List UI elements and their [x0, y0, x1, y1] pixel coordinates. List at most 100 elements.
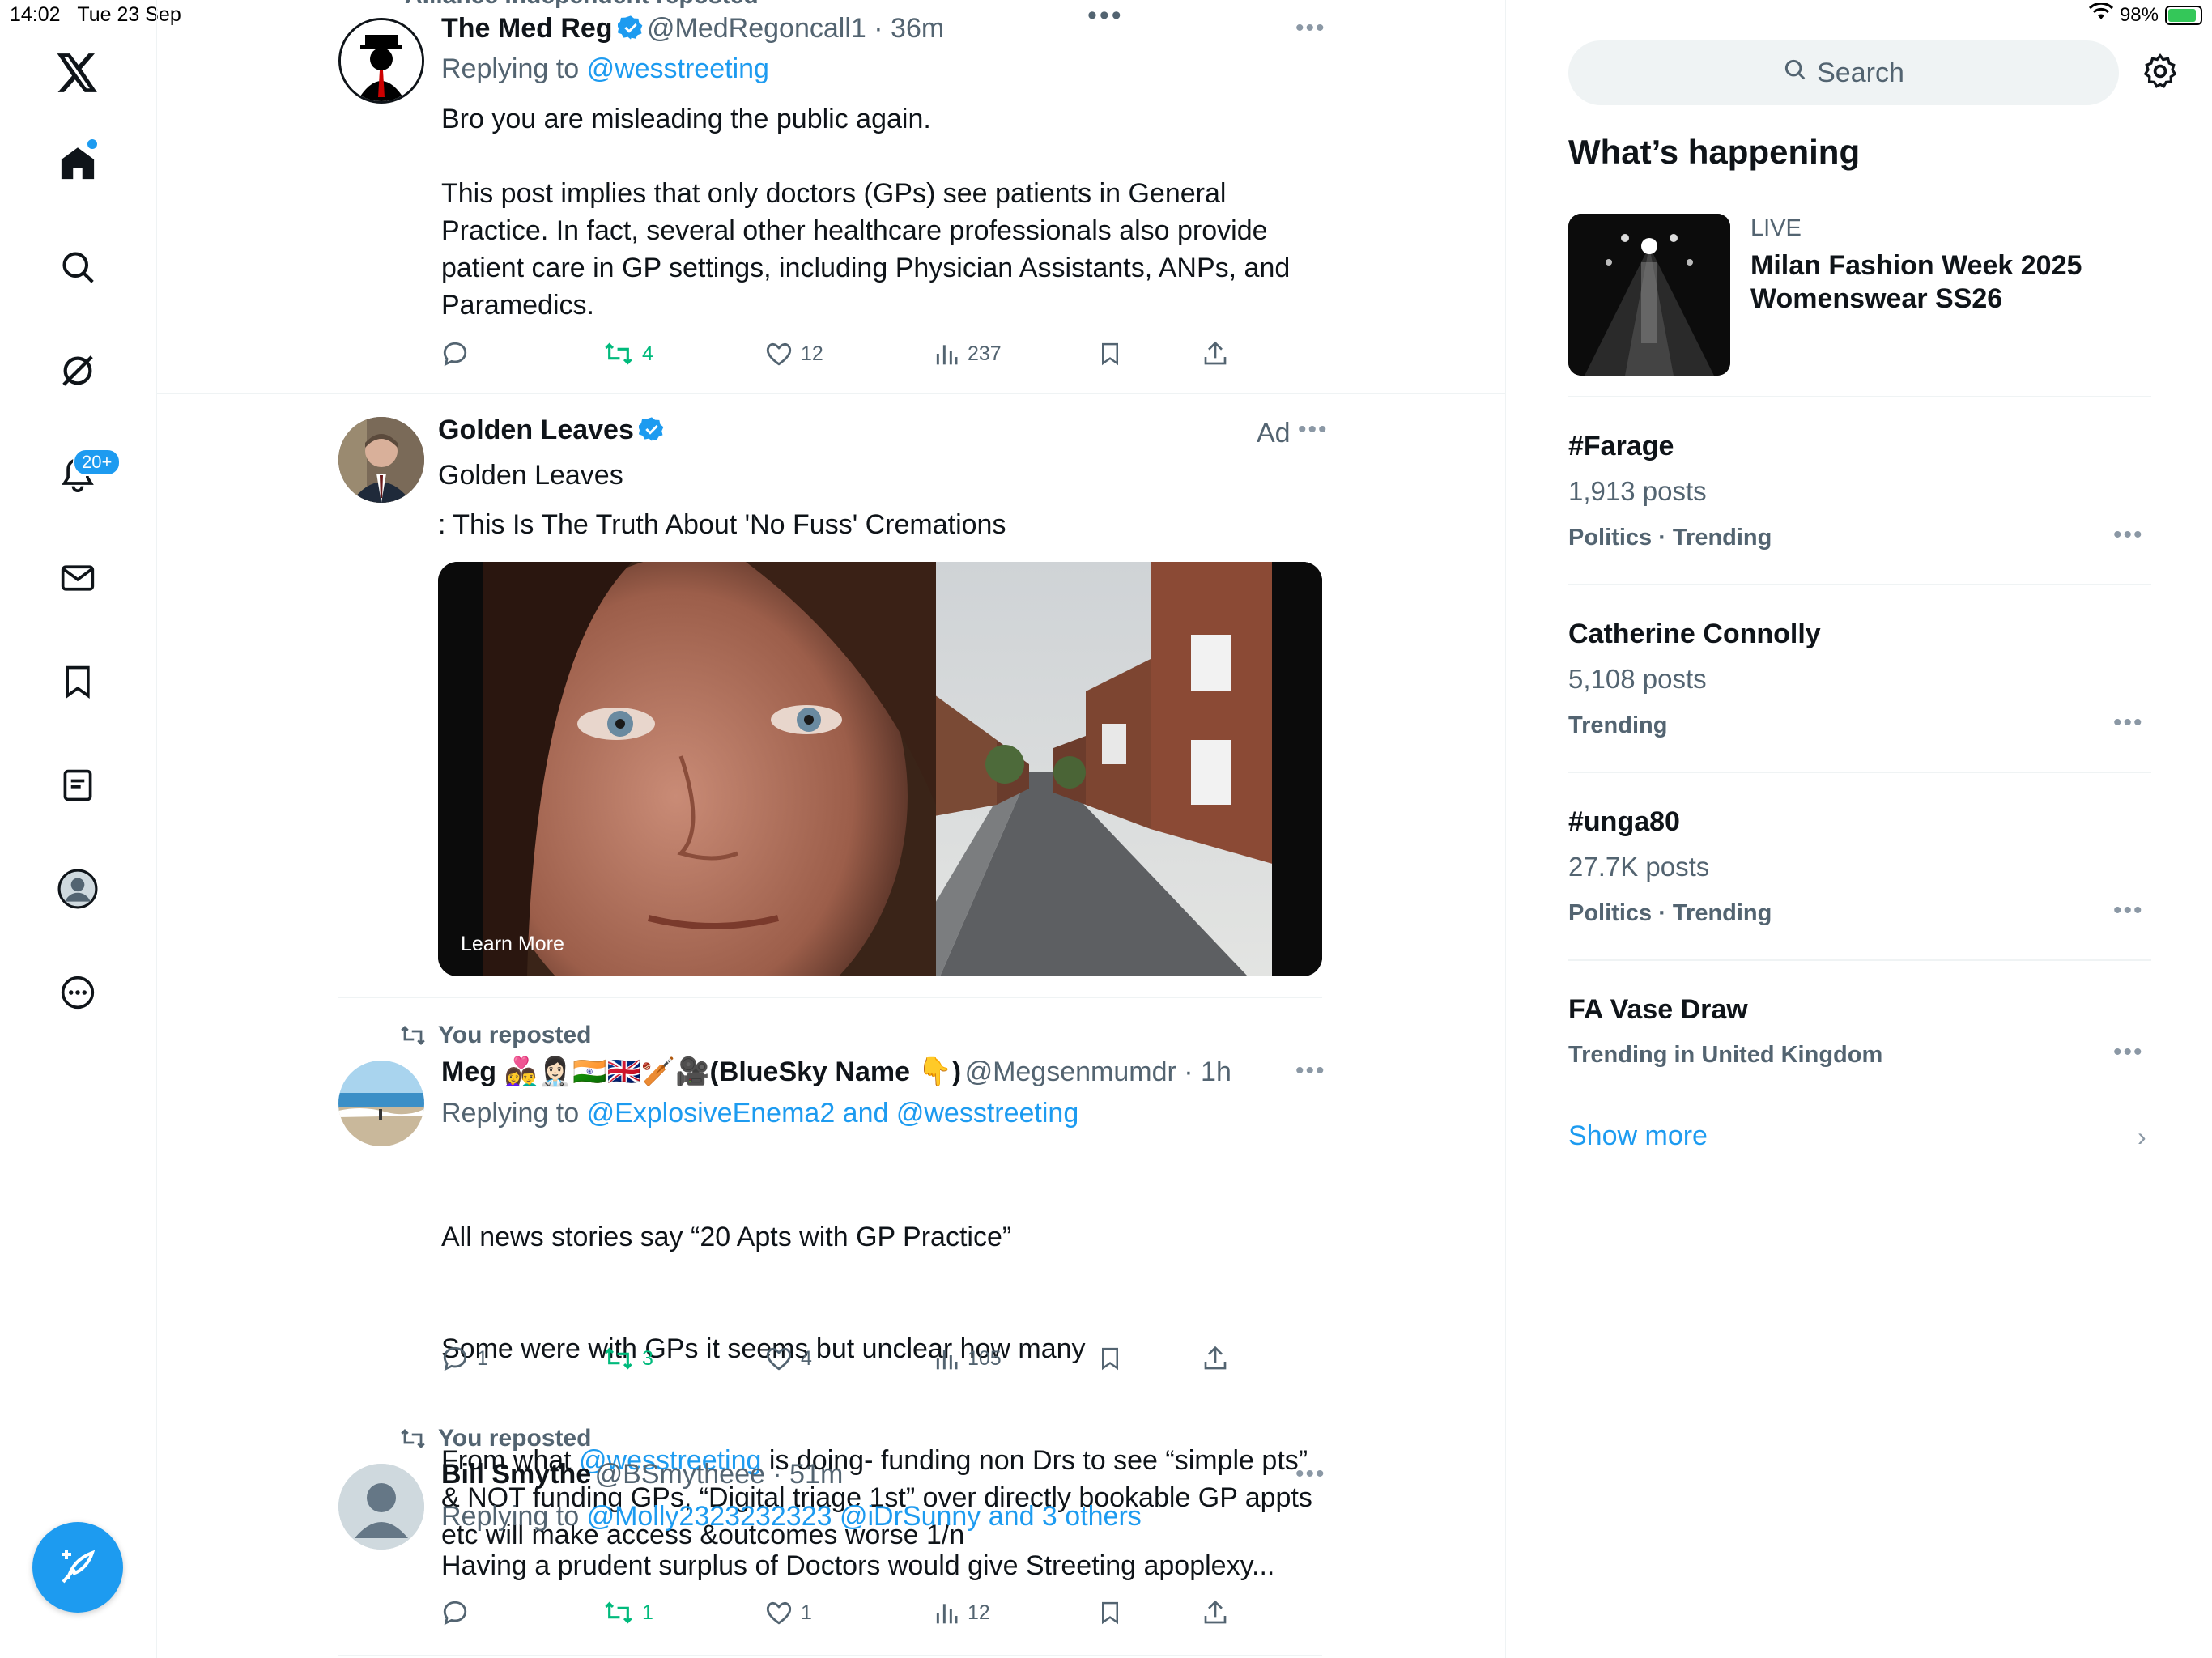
like-button[interactable]: 12	[765, 340, 823, 368]
learn-more-cta[interactable]: Learn More	[461, 933, 564, 956]
author-handle[interactable]: @MedRegoncall1	[647, 13, 866, 44]
views-button[interactable]: 105	[934, 1345, 1002, 1372]
x-logo-icon[interactable]	[52, 47, 104, 99]
tweet-text: Bro you are misleading the public again.…	[441, 104, 1291, 321]
share-button[interactable]	[1202, 1599, 1228, 1626]
repost-icon	[401, 1429, 425, 1448]
tweet-more-button[interactable]: •••	[1295, 15, 1326, 42]
view-count: 105	[968, 1346, 1002, 1370]
trend-more-button[interactable]: •••	[2113, 521, 2144, 549]
trend-name: FA Vase Draw	[1568, 994, 1748, 1025]
like-count: 1	[801, 1601, 812, 1624]
repost-button[interactable]: 3	[603, 1345, 653, 1372]
trend-divider	[1568, 959, 2151, 961]
tweet-text: Having a prudent surplus of Doctors woul…	[441, 1550, 1275, 1581]
repost-count: 1	[642, 1601, 653, 1624]
avatar[interactable]	[338, 18, 424, 104]
ad-subtitle: Golden Leaves	[438, 460, 623, 491]
author-handle[interactable]: @Megsenmumdr	[965, 1056, 1176, 1087]
replying-to: Replying to @ExplosiveEnema2 and @wesstr…	[441, 1098, 1078, 1129]
like-count: 4	[801, 1346, 812, 1370]
profile-avatar-icon[interactable]	[52, 863, 104, 915]
left-navigation: 20+	[0, 0, 157, 1658]
show-more-label: Show more	[1568, 1120, 1708, 1151]
tweet-time[interactable]: 51m	[789, 1459, 843, 1490]
reply-mention-link[interactable]: @ExplosiveEnema2 and @wesstreeting	[587, 1098, 1079, 1129]
ad-media[interactable]: Learn More	[438, 562, 1322, 976]
ad-text: : This Is The Truth About 'No Fuss' Crem…	[438, 509, 1006, 540]
replying-to: Replying to @wesstreeting	[441, 53, 769, 85]
trend-category: Trending	[1568, 712, 1668, 738]
ad-label: Ad	[1257, 418, 1291, 449]
author-name[interactable]: The Med Reg	[441, 13, 613, 44]
like-count: 12	[801, 342, 823, 365]
trend-more-button[interactable]: •••	[2113, 1039, 2144, 1066]
avatar[interactable]	[338, 1464, 424, 1550]
reply-mention-link[interactable]: @wesstreeting	[587, 53, 769, 84]
ad-image	[438, 562, 1322, 976]
chevron-right-icon: ›	[2138, 1122, 2146, 1151]
tweet-divider	[338, 997, 1322, 998]
grok-icon[interactable]	[52, 345, 104, 397]
search-field[interactable]: Search	[1568, 40, 2119, 105]
lists-icon[interactable]	[52, 759, 104, 811]
trend-name: #Farage	[1568, 431, 1674, 461]
notifications-badge: 20+	[73, 449, 121, 476]
reply-button[interactable]	[441, 1599, 477, 1626]
tweet-text-line: All news stories say “20 Apts with GP Pr…	[441, 1222, 1012, 1252]
views-button[interactable]: 12	[934, 1599, 990, 1626]
trend-post-count: 27.7K posts	[1568, 852, 1710, 882]
advertiser-name[interactable]: Golden Leaves	[438, 414, 634, 445]
views-button[interactable]: 237	[934, 340, 1002, 368]
like-button[interactable]: 1	[765, 1599, 812, 1626]
avatar[interactable]	[338, 1061, 424, 1146]
share-button[interactable]	[1202, 340, 1228, 368]
verified-badge-icon	[638, 417, 664, 441]
messages-envelope-icon[interactable]	[52, 552, 104, 604]
trend-post-count: 1,913 posts	[1568, 476, 1707, 506]
top-more-dots[interactable]: •••	[1087, 0, 1124, 32]
repost-button[interactable]: 1	[603, 1599, 653, 1626]
author-handle[interactable]: @BSmytheee	[595, 1459, 765, 1490]
search-icon	[1783, 57, 1807, 89]
bookmarks-icon[interactable]	[52, 656, 104, 708]
tweet-time[interactable]: 1h	[1201, 1056, 1231, 1087]
bookmark-button[interactable]	[1098, 1599, 1122, 1626]
view-count: 237	[968, 342, 1002, 365]
live-event-title: Milan Fashion Week 2025 Womenswear SS26	[1750, 250, 2082, 314]
repost-count: 3	[642, 1346, 653, 1370]
settings-gear-icon[interactable]	[2142, 53, 2178, 93]
share-button[interactable]	[1202, 1345, 1228, 1372]
author-name[interactable]: Bill Smythe	[441, 1459, 591, 1490]
ad-more-button[interactable]: •••	[1298, 416, 1329, 444]
tweet-header: The Med Reg @MedRegoncall1 · 36m	[441, 13, 945, 44]
reply-button[interactable]: 1	[441, 1345, 488, 1372]
search-placeholder: Search	[1817, 57, 1904, 88]
tweet-more-button[interactable]: •••	[1295, 1057, 1326, 1085]
search-icon[interactable]	[52, 241, 104, 293]
tweet-header: Bill Smythe @BSmytheee · 51m	[441, 1459, 844, 1490]
trend-more-button[interactable]: •••	[2113, 709, 2144, 737]
repost-label: You reposted	[438, 1425, 592, 1452]
tweet-more-button[interactable]: •••	[1295, 1460, 1326, 1488]
avatar[interactable]	[338, 417, 424, 503]
bookmark-button[interactable]	[1098, 340, 1122, 368]
trend-name: #unga80	[1568, 806, 1680, 837]
more-options-icon[interactable]	[52, 967, 104, 1018]
replying-prefix: Replying to	[441, 53, 580, 84]
tweet-time[interactable]: 36m	[891, 13, 944, 44]
trend-category: Politics · Trending	[1568, 900, 1772, 926]
trend-more-button[interactable]: •••	[2113, 897, 2144, 925]
like-button[interactable]: 4	[765, 1345, 812, 1372]
home-notification-dot	[87, 139, 97, 149]
trend-category: Politics · Trending	[1568, 525, 1772, 551]
reply-mention-link[interactable]: @Molly2323232323 @iDrSunny and 3 others	[587, 1501, 1142, 1532]
reply-button[interactable]	[441, 340, 477, 368]
compose-post-button[interactable]	[32, 1522, 123, 1613]
trend-category: Trending in United Kingdom	[1568, 1042, 1883, 1068]
author-name[interactable]: Meg 👩‍❤️‍👨👩🏻‍⚕️🇮🇳🇬🇧🏏🎥(BlueSky Name 👇)	[441, 1056, 961, 1087]
replying-to: Replying to @Molly2323232323 @iDrSunny a…	[441, 1501, 1142, 1533]
trend-name: Catherine Connolly	[1568, 619, 1821, 649]
bookmark-button[interactable]	[1098, 1345, 1122, 1372]
repost-button[interactable]: 4	[603, 340, 653, 368]
